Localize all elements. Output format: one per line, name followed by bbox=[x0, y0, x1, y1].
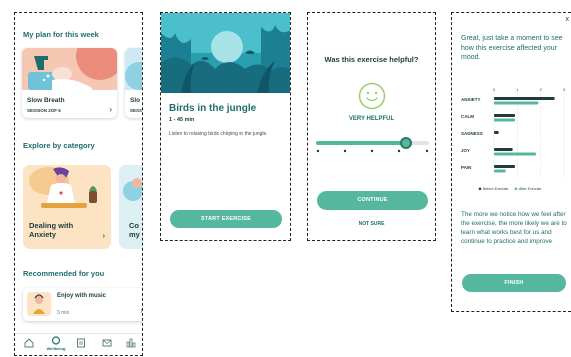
plan-card-partial-session: SESS bbox=[130, 108, 143, 113]
chart-x-tick: 1 bbox=[516, 88, 518, 92]
plan-card-partial-title: Slo bbox=[130, 97, 141, 104]
plan-section-title: My plan for this week bbox=[23, 30, 99, 39]
chart-x-tick: 2 bbox=[540, 88, 542, 92]
mood-summary: The more we notice how we feel after the… bbox=[461, 211, 567, 245]
finish-button[interactable]: FINISH bbox=[462, 274, 566, 292]
chart-x-tick: 0 bbox=[493, 88, 495, 92]
recommended-section-title: Recommended for you bbox=[23, 269, 105, 278]
exercise-title: Birds in the jungle bbox=[169, 103, 257, 114]
close-icon[interactable]: x bbox=[566, 16, 570, 23]
recommended-card-duration: 3 min bbox=[57, 310, 70, 316]
chart-bar bbox=[494, 152, 536, 156]
chart-legend-label: Before Exercise bbox=[483, 187, 508, 191]
chart-bar bbox=[494, 118, 515, 122]
plan-card-illustration bbox=[22, 48, 117, 90]
wellbeing-icon bbox=[51, 336, 61, 345]
bottom-tab-bar: Wellbeing bbox=[15, 333, 142, 355]
anxiety-illustration bbox=[23, 165, 111, 215]
rating-label: VERY HELPFUL bbox=[348, 116, 395, 122]
exercise-description: Listen to relaxing birds chirping in the… bbox=[169, 131, 268, 137]
chart-legend-swatch bbox=[478, 187, 482, 191]
tab-wellbeing-label: Wellbeing bbox=[46, 346, 66, 351]
chevron-right-icon: › bbox=[140, 306, 143, 315]
mail-icon[interactable] bbox=[99, 338, 115, 350]
category-card-title: Dealing with Anxiety bbox=[29, 221, 74, 239]
chart-legend-swatch bbox=[514, 187, 518, 191]
start-exercise-button[interactable]: START EXERCISE bbox=[170, 210, 282, 228]
exercise-detail-screen: Birds in the jungle 1 - 45 min Listen to… bbox=[160, 12, 291, 241]
plan-card-session: SESSION 2OF 5 bbox=[27, 108, 61, 113]
chart-category-label: PAIN bbox=[461, 165, 471, 170]
feedback-screen: Was this exercise helpful? VERY HELPFUL … bbox=[307, 12, 436, 241]
chart-bar bbox=[494, 97, 555, 100]
chart-bar bbox=[494, 131, 499, 134]
music-illustration bbox=[27, 292, 51, 316]
exercise-meta: 1 - 45 min bbox=[169, 117, 195, 123]
chart-bar bbox=[494, 169, 506, 173]
chart-bar bbox=[494, 148, 513, 151]
smiley-face-icon bbox=[358, 82, 386, 110]
plan-card-next[interactable]: Slo SESS bbox=[125, 48, 143, 118]
plan-card-illustration bbox=[125, 48, 142, 90]
chart-legend-label: After Exercise bbox=[519, 187, 541, 191]
home-icon[interactable] bbox=[21, 338, 37, 350]
chart-bar bbox=[494, 165, 515, 168]
recommended-card-title: Enjoy with music bbox=[57, 293, 107, 299]
chevron-right-icon: › bbox=[102, 231, 105, 240]
wellbeing-home-screen: My plan for this week Slow Breath SESSIO… bbox=[14, 12, 143, 356]
chart-category-label: ANXIETY bbox=[461, 97, 481, 102]
chart-category-label: JOY bbox=[461, 148, 470, 153]
category-card-anxiety[interactable]: Dealing with Anxiety › bbox=[23, 165, 111, 249]
chevron-right-icon: › bbox=[109, 105, 112, 114]
plan-card-slow-breath[interactable]: Slow Breath SESSION 2OF 5 › bbox=[22, 48, 117, 118]
slider-step-dots bbox=[316, 149, 429, 153]
chart-bar bbox=[494, 101, 539, 105]
mood-results-screen: x Great, just take a moment to see how t… bbox=[451, 12, 571, 312]
recommended-card-music[interactable]: Enjoy with music 3 min › bbox=[23, 288, 143, 321]
chart-x-tick: 3 bbox=[563, 88, 565, 92]
chart-category-label: SADNESS bbox=[461, 131, 483, 136]
category-illustration bbox=[119, 165, 142, 215]
category-card-partial: Co my bbox=[129, 221, 140, 239]
category-card-next[interactable]: Co my bbox=[119, 165, 142, 249]
journal-icon[interactable] bbox=[73, 338, 89, 350]
stats-icon[interactable] bbox=[123, 338, 139, 350]
chart-category-label: CALM bbox=[461, 114, 474, 119]
mood-chart: 0 1 2 3 ANXIETY CALM SADNESS JOY PAIN Before Exer… bbox=[461, 88, 565, 191]
mood-intro: Great, just take a moment to see how thi… bbox=[461, 35, 563, 61]
jungle-illustration bbox=[161, 13, 290, 93]
chart-bar bbox=[494, 114, 515, 117]
slider-fill bbox=[316, 141, 407, 145]
plan-card-title: Slow Breath bbox=[27, 97, 65, 104]
tab-wellbeing[interactable]: Wellbeing bbox=[45, 336, 67, 351]
category-section-title: Explore by category bbox=[23, 141, 95, 150]
not-sure-link[interactable]: NOT SURE bbox=[308, 221, 435, 227]
feedback-question: Was this exercise helpful? bbox=[324, 55, 419, 64]
continue-button[interactable]: CONTINUE bbox=[317, 191, 428, 210]
slider-thumb[interactable] bbox=[400, 137, 413, 149]
